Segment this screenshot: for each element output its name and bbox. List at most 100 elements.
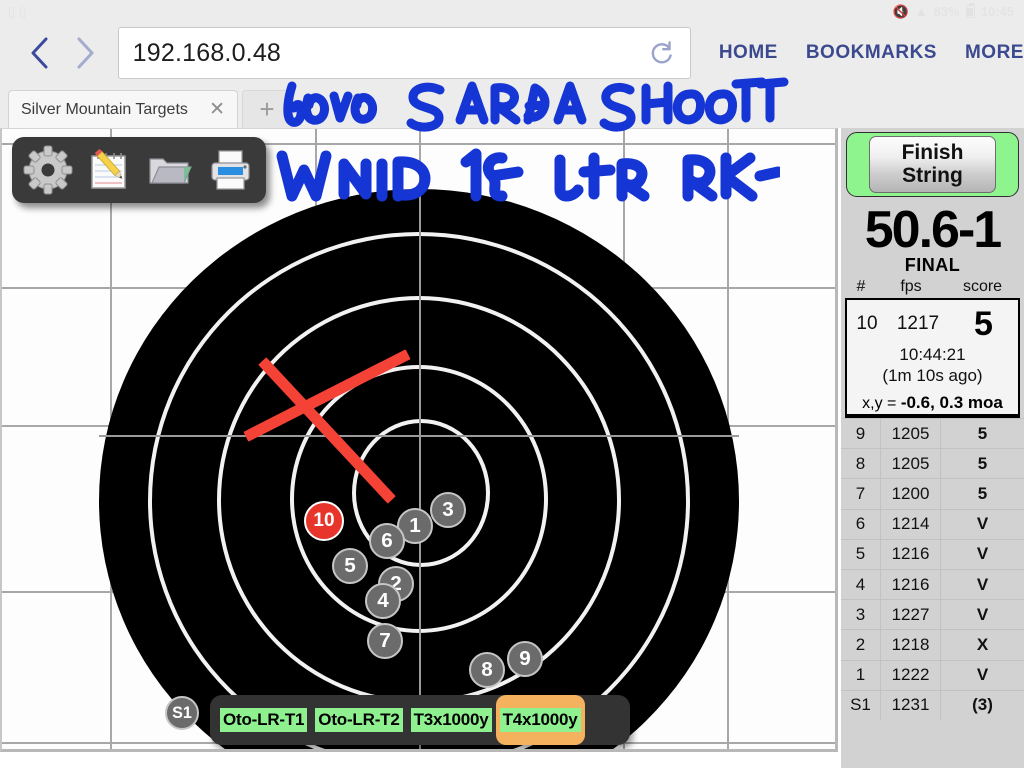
table-row[interactable]: 3 1227 V: [841, 599, 1024, 630]
new-tab-button[interactable]: +: [242, 90, 292, 128]
score-status-label: FINAL: [904, 255, 961, 275]
current-shot-timestamp: 10:44:21: [899, 345, 966, 364]
scoreboard-panel: Finish String 50.6-1 FINAL # fps score 1…: [841, 128, 1024, 768]
table-row[interactable]: 7 1200 5: [841, 478, 1024, 509]
shot-marker-label: 7: [379, 629, 391, 652]
chevron-right-icon: [77, 37, 94, 69]
browser-menu: HOME BOOKMARKS MORE: [719, 42, 1024, 64]
browser-chrome: 192.168.0.48 HOME BOOKMARKS MORE Silver …: [0, 22, 1024, 128]
table-row[interactable]: 2 1218 X: [841, 629, 1024, 660]
target-button-2[interactable]: Oto-LR-T2: [311, 695, 406, 745]
finish-string-frame: Finish String: [846, 132, 1019, 197]
target-button-2-label: Oto-LR-T2: [315, 708, 403, 732]
shot-marker-8[interactable]: 8: [469, 652, 505, 688]
table-row[interactable]: 1 1222 V: [841, 659, 1024, 690]
current-shot-detail[interactable]: 10 1217 5 10:44:21 (1m 10s ago) x,y = -0…: [845, 298, 1020, 416]
shot-marker-9[interactable]: 9: [507, 641, 543, 677]
row-score: 5: [977, 453, 988, 473]
browser-tab[interactable]: Silver Mountain Targets ✕: [8, 90, 238, 128]
settings-button[interactable]: [22, 145, 74, 195]
shot-marker-label: 4: [377, 589, 389, 612]
menu-item-more[interactable]: MORE: [965, 42, 1024, 64]
target-button-1[interactable]: Oto-LR-T1: [216, 695, 311, 745]
url-text[interactable]: 192.168.0.48: [133, 39, 281, 68]
shot-marker-label: 1: [409, 514, 421, 537]
table-row[interactable]: 5 1216 V: [841, 538, 1024, 569]
status-left-icons: ▯ ▯: [8, 5, 26, 18]
shot-marker-label: 8: [481, 658, 493, 681]
row-fps: 1205: [881, 419, 941, 449]
forward-button[interactable]: [62, 30, 106, 76]
target-button-4[interactable]: T4x1000y: [495, 695, 585, 745]
open-file-button[interactable]: [143, 145, 195, 195]
row-score: V: [976, 514, 989, 534]
status-right-icons: 🔇 ▲ 83% 10:45: [893, 2, 1014, 19]
shot-marker-S1[interactable]: S1: [165, 696, 199, 730]
target-button-3[interactable]: T3x1000y: [407, 695, 496, 745]
row-shot-num: 3: [841, 600, 881, 630]
print-button[interactable]: [204, 145, 256, 195]
battery-icon: [965, 2, 975, 18]
table-row[interactable]: S1 1231 (3): [841, 689, 1024, 720]
table-row[interactable]: 4 1216 V: [841, 568, 1024, 600]
current-shot-num: 10: [856, 313, 878, 334]
shot-marker-7[interactable]: 7: [367, 623, 403, 659]
table-row[interactable]: 9 1205 5: [841, 418, 1024, 449]
finish-string-button[interactable]: Finish String: [869, 136, 996, 193]
shot-marker-4[interactable]: 4: [365, 583, 401, 619]
row-score: V: [976, 574, 989, 594]
row-score: (3): [972, 695, 993, 715]
shot-marker-label: 10: [313, 510, 335, 531]
total-score: 50.6-1: [864, 201, 1002, 259]
score-table-header: # fps score: [841, 276, 1024, 298]
plus-icon: +: [259, 94, 275, 124]
sim-card-icon: ▯: [8, 3, 16, 19]
row-shot-num: 5: [841, 539, 881, 569]
current-shot-time: 10:44:21 (1m 10s ago): [847, 344, 1018, 387]
shot-marker-label: S1: [172, 703, 192, 722]
shot-marker-3[interactable]: 3: [430, 492, 466, 528]
reload-button[interactable]: [648, 39, 676, 67]
col-header-fps: fps: [900, 278, 922, 295]
row-score: V: [976, 544, 989, 564]
shot-marker-10[interactable]: 10: [304, 501, 344, 541]
table-row[interactable]: 8 1205 5: [841, 448, 1024, 479]
row-fps: 1227: [881, 600, 941, 630]
score-table-body: 9 1205 5 8 1205 5 7 1200 5 6 1214 V 5 1216 V 4 1216 V 3 122…: [841, 418, 1024, 720]
notes-button[interactable]: [83, 145, 135, 195]
row-shot-num: 4: [841, 569, 881, 600]
shot-marker-6[interactable]: 6: [369, 523, 405, 559]
row-fps: 1216: [881, 569, 941, 600]
coords-value: -0.6, 0.3 moa: [900, 392, 1003, 412]
crosshair-horizontal: [99, 435, 739, 437]
browser-nav-row: 192.168.0.48 HOME BOOKMARKS MORE: [0, 22, 1024, 84]
row-score: V: [976, 604, 989, 624]
coords-label: x,y =: [862, 394, 901, 412]
current-shot-coords: x,y = -0.6, 0.3 moa: [847, 393, 1018, 413]
current-shot-score: 5: [974, 304, 993, 343]
folder-icon: [149, 158, 193, 184]
row-shot-num: 6: [841, 509, 881, 539]
menu-item-home[interactable]: HOME: [719, 42, 778, 64]
target-view[interactable]: 10 1 3 6 5 2 4 7 8 9 S1 Oto-LR-T1 Oto-LR…: [0, 128, 838, 752]
reload-icon: [651, 41, 672, 64]
shot-marker-label: 6: [381, 529, 393, 552]
back-button[interactable]: [18, 30, 62, 76]
url-bar[interactable]: 192.168.0.48: [117, 27, 691, 79]
row-fps: 1214: [881, 509, 941, 539]
close-icon[interactable]: ✕: [209, 98, 225, 121]
shot-marker-5[interactable]: 5: [332, 548, 368, 584]
menu-item-bookmarks[interactable]: BOOKMARKS: [806, 42, 937, 64]
row-fps: 1200: [881, 479, 941, 509]
target-button-4-label: T4x1000y: [499, 708, 581, 732]
row-shot-num: 8: [841, 449, 881, 479]
target-button-1-label: Oto-LR-T1: [220, 708, 308, 732]
table-row[interactable]: 6 1214 V: [841, 508, 1024, 539]
shot-marker-label: 9: [519, 647, 531, 670]
row-fps: 1222: [881, 660, 941, 690]
wifi-icon: ▲: [914, 3, 928, 19]
current-shot-summary: 10 1217 5: [847, 300, 1018, 344]
battery-percent: 83%: [933, 3, 960, 19]
crosshair-vertical: [419, 189, 421, 749]
row-fps: 1218: [881, 630, 941, 660]
